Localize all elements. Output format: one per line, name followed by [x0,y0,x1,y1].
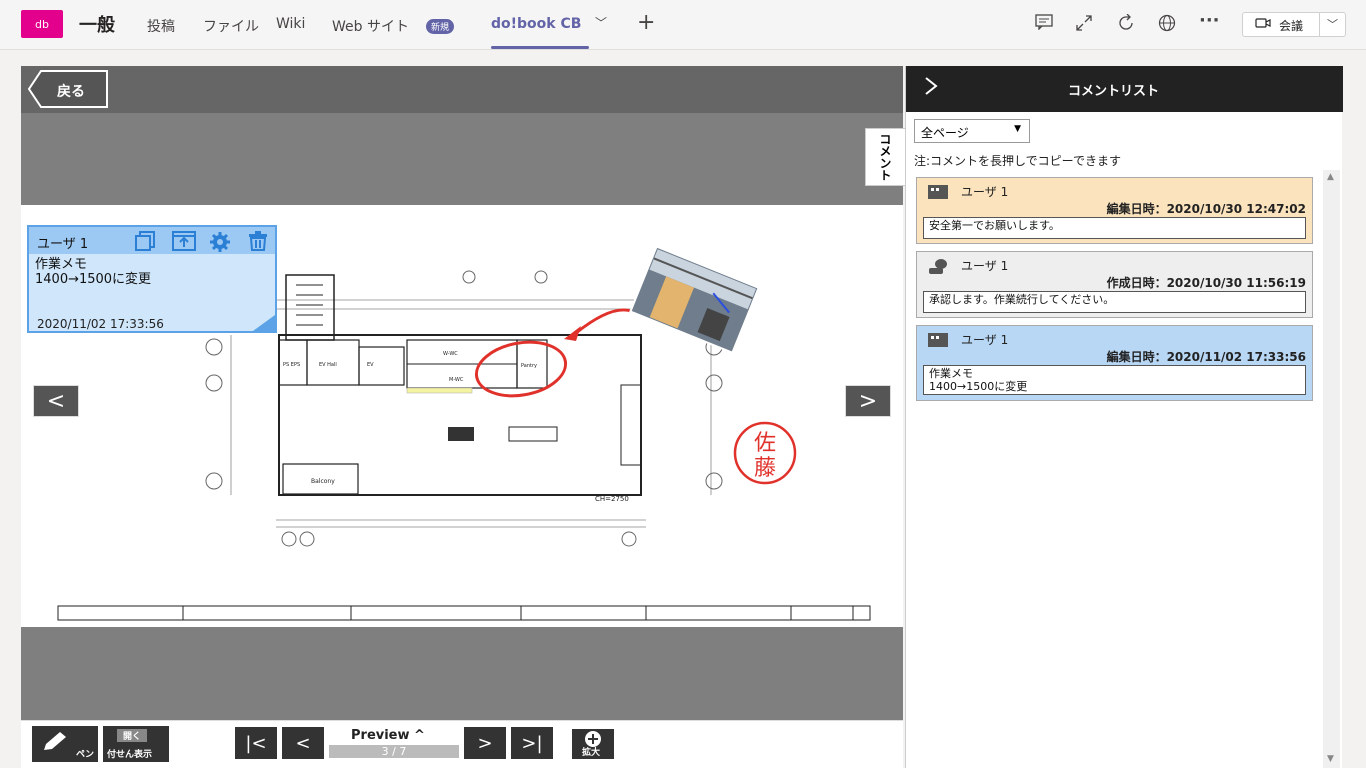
scroll-up-icon[interactable]: ▲ [1327,172,1334,182]
pen-label: ペン [75,750,94,760]
last-page-button[interactable]: >| [511,727,553,759]
comment-card[interactable]: ユーザ 1 編集日時：2020/10/30 12:47:02 安全第一でお願いし… [916,177,1313,244]
comment-user: ユーザ 1 [961,259,1009,273]
upload-icon[interactable] [172,231,196,256]
memo-date: 2020/11/02 17:33:56 [37,317,164,331]
preview-toggle[interactable]: Preview ^ [351,728,425,743]
comment-timestamp: 作成日時：2020/10/30 11:56:19 [1106,276,1306,290]
meet-label: 会議 [1279,19,1304,33]
comment-user: ユーザ 1 [961,333,1009,347]
sticky-toggle-button[interactable]: 開く 付せん表示 [103,726,169,762]
prev-page-arrow[interactable]: < [33,385,79,417]
comment-side-tab[interactable]: コメント [865,128,905,186]
comment-panel-title: コメントリスト [1068,84,1160,99]
svg-text:佐: 佐 [754,431,776,456]
scroll-down-icon[interactable]: ▼ [1327,754,1334,764]
video-camera-icon [1255,17,1271,32]
comment-scrollbar[interactable] [1323,170,1340,768]
svg-text:藤: 藤 [754,456,776,481]
comment-timestamp: 編集日時：2020/10/30 12:47:02 [1106,202,1306,216]
chevron-down-icon[interactable]: ﹀ [1327,16,1338,32]
first-page-button[interactable]: |< [235,727,277,759]
comment-text: 作業メモ 1400→1500に変更 [923,365,1306,395]
svg-text:PS EPS: PS EPS [283,362,300,368]
comment-text: 安全第一でお願いします。 [923,217,1306,239]
tab-dobook[interactable]: do!book CB [491,16,581,32]
zoom-label: 拡大 [582,748,601,758]
back-label: 戻る [57,84,85,100]
markup-circle [474,340,568,398]
markup-arrow [575,308,632,335]
back-button[interactable]: 戻る [27,69,109,109]
svg-text:Pantry: Pantry [521,363,537,369]
tab-posts[interactable]: 投稿 [147,16,175,36]
app-icon[interactable]: db [21,10,63,38]
more-icon[interactable]: ··· [1199,10,1220,31]
comment-timestamp: 編集日時：2020/11/02 17:33:56 [1106,350,1306,364]
svg-text:EV Hall: EV Hall [319,362,337,368]
meet-divider [1319,13,1320,36]
popout-icon[interactable] [1075,14,1093,36]
ceiling-height-label: CH=2750 [595,495,629,503]
memo-user: ユーザ 1 [37,237,89,252]
comment-panel-header: コメントリスト [906,66,1343,112]
open-label: 開く [117,729,148,742]
sticky-note-icon [927,184,949,204]
viewer-header: 戻る [21,66,903,113]
chevron-down-icon[interactable]: ﹀ [595,14,607,31]
add-tab-button[interactable]: + [637,10,655,35]
document-viewer: 戻る PS EPS EV Hall EV W-WC M-WC Pantry Ba… [21,66,903,768]
comment-text: 承認します。作業続行してください。 [923,291,1306,313]
channel-title: 一般 [79,15,115,36]
comment-user: ユーザ 1 [961,185,1009,199]
svg-text:W-WC: W-WC [443,351,458,357]
copy-icon[interactable] [135,231,157,256]
pen-button[interactable]: ペン [32,726,98,762]
new-badge: 新規 [426,19,455,34]
comment-card[interactable]: ユーザ 1 作成日時：2020/10/30 11:56:19 承認します。作業続… [916,251,1313,318]
memo-body: 作業メモ 1400→1500に変更 [35,257,152,287]
next-page-button[interactable]: > [464,727,506,759]
tab-wiki[interactable]: Wiki [276,16,305,32]
page-indicator: 3 / 7 [329,745,459,758]
memo-header: ユーザ 1 [29,227,275,254]
stamp-icon [927,258,949,280]
svg-text:EV: EV [367,362,374,368]
gear-icon[interactable] [209,231,231,258]
chat-icon[interactable] [1035,14,1053,34]
trash-icon[interactable] [247,231,269,256]
zoom-button[interactable]: 拡大 [572,729,614,759]
site-photo[interactable] [629,245,760,355]
viewer-toolbar: ペン 開く 付せん表示 |< < Preview ^ 3 / 7 > >| 拡大 [21,720,903,768]
meet-button[interactable]: 会議 ﹀ [1242,12,1346,37]
sticky-memo[interactable]: ユーザ 1 作業メモ 1400→1500に変更 2020/11/02 17:33… [27,225,277,333]
dropdown-arrow-icon: ▼ [1014,124,1021,134]
sticky-label: 付せん表示 [107,750,153,760]
active-tab-indicator [491,46,589,49]
pencil-icon [42,730,70,757]
chevron-right-icon[interactable] [924,76,938,101]
sticky-note-icon [927,332,949,352]
comment-card[interactable]: ユーザ 1 編集日時：2020/11/02 17:33:56 作業メモ 1400… [916,325,1313,401]
page-filter-value: 全ページ [921,126,969,140]
next-page-arrow[interactable]: > [845,385,891,417]
prev-page-button[interactable]: < [282,727,324,759]
comment-panel: コメントリスト 全ページ ▼ 注:コメントを長押しでコピーできます ユーザ 1 … [905,66,1343,768]
refresh-icon[interactable] [1117,13,1135,36]
svg-text:Balcony: Balcony [311,478,335,485]
copy-hint: 注:コメントを長押しでコピーできます [914,154,1121,168]
page-filter-select[interactable]: 全ページ ▼ [914,119,1030,143]
teams-header: db 一般 投稿 ファイル Wiki Web サイト 新規 do!book CB… [0,0,1366,50]
tab-website[interactable]: Web サイト [332,16,409,36]
tab-files[interactable]: ファイル [203,16,259,36]
resize-handle[interactable] [253,315,275,331]
svg-text:M-WC: M-WC [449,377,464,383]
globe-icon[interactable] [1158,14,1176,36]
